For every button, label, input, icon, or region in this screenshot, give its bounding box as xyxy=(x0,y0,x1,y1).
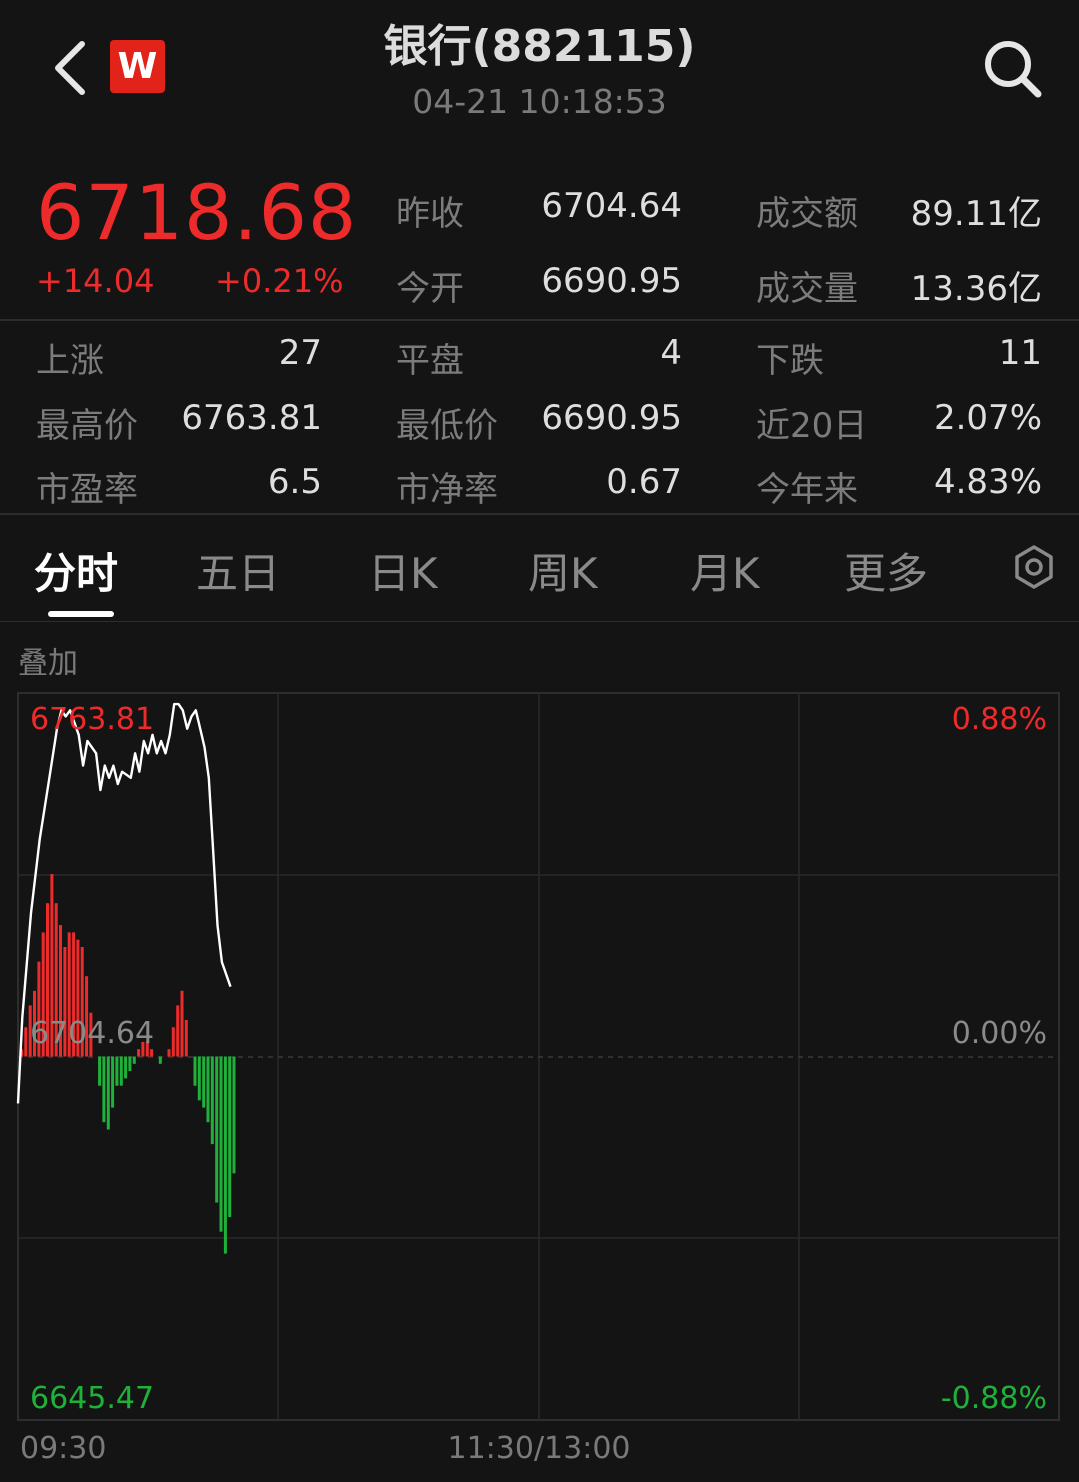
volume-bar-up xyxy=(167,1049,171,1057)
pct-axis-baseline-label: 0.00% xyxy=(952,1016,1047,1051)
detail-label: 最低价 xyxy=(396,406,498,446)
stat-label: 今开 xyxy=(396,269,464,309)
page-title: 银行(882115) xyxy=(383,21,696,72)
detail-label: 近20日 xyxy=(756,406,868,446)
pct-axis-low-label: -0.88% xyxy=(941,1381,1047,1416)
volume-bar-down xyxy=(158,1056,162,1064)
detail-label: 平盘 xyxy=(396,341,464,381)
y-axis-low-label: 6645.47 xyxy=(30,1381,154,1416)
detail-value: 4.83% xyxy=(933,462,1042,502)
volume-bar-down xyxy=(197,1056,201,1101)
volume-bar-up xyxy=(176,1005,180,1057)
detail-value: 6763.81 xyxy=(181,398,322,438)
tab-daily-k[interactable]: 日K xyxy=(368,540,438,601)
volume-bar-down xyxy=(215,1056,219,1203)
volume-bar-down xyxy=(106,1056,110,1130)
pct-axis-high-label: 0.88% xyxy=(952,702,1047,737)
volume-bar-down xyxy=(111,1056,115,1108)
detail-value: 11 xyxy=(998,333,1042,373)
x-axis-start-label: 09:30 xyxy=(20,1431,106,1466)
overlay-button[interactable]: 叠加 xyxy=(18,638,78,682)
stat-label: 成交量 xyxy=(756,269,858,309)
volume-bar-down xyxy=(210,1056,214,1145)
divider xyxy=(0,319,1079,321)
stat-label: 成交额 xyxy=(756,194,858,234)
volume-bar-up xyxy=(184,1020,188,1057)
detail-value: 6690.95 xyxy=(541,398,682,438)
timestamp: 04-21 10:18:53 xyxy=(412,82,667,121)
volume-bar-down xyxy=(193,1056,197,1086)
y-axis-high-label: 6763.81 xyxy=(30,702,154,737)
x-axis-mid-label: 11:30/13:00 xyxy=(447,1431,630,1466)
price-change: +14.04 xyxy=(36,262,155,300)
detail-label: 最高价 xyxy=(36,406,138,446)
stat-value: 13.36亿 xyxy=(910,269,1042,309)
tab-monthly-k[interactable]: 月K xyxy=(690,540,760,601)
intraday-chart[interactable]: 6763.81 6704.64 6645.47 0.88% 0.00% -0.8… xyxy=(0,690,1079,1482)
volume-bar-down xyxy=(223,1056,227,1254)
detail-label: 上涨 xyxy=(36,341,104,381)
tab-more[interactable]: 更多 xyxy=(844,540,928,601)
gear-icon[interactable] xyxy=(1012,544,1056,590)
detail-label: 今年来 xyxy=(756,470,858,510)
volume-bar-down xyxy=(202,1056,206,1108)
volume-bar-down xyxy=(228,1056,232,1218)
detail-value: 2.07% xyxy=(933,398,1042,438)
volume-bar-down xyxy=(102,1056,106,1123)
detail-label: 下跌 xyxy=(756,341,824,381)
volume-bar-down xyxy=(128,1056,132,1072)
detail-value: 4 xyxy=(660,333,682,373)
tab-intraday[interactable]: 分时 xyxy=(34,540,118,601)
volume-bar-down xyxy=(132,1056,136,1064)
detail-label: 市盈率 xyxy=(36,470,138,510)
search-icon[interactable] xyxy=(980,36,1044,100)
divider xyxy=(0,513,1079,515)
tab-weekly-k[interactable]: 周K xyxy=(528,540,598,601)
detail-value: 6.5 xyxy=(267,462,322,502)
stat-label: 昨收 xyxy=(396,194,464,234)
volume-bar-up xyxy=(24,1027,28,1057)
stat-value: 6704.64 xyxy=(541,186,682,226)
volume-bar-down xyxy=(219,1056,223,1232)
detail-value: 27 xyxy=(278,333,322,373)
current-price: 6718.68 xyxy=(36,168,358,257)
stat-value: 6690.95 xyxy=(541,261,682,301)
divider xyxy=(0,621,1079,622)
volume-bar-down xyxy=(124,1056,128,1079)
volume-bar-up xyxy=(171,1027,175,1057)
tab-five-day[interactable]: 五日 xyxy=(196,540,280,601)
volume-bar-down xyxy=(115,1056,119,1086)
detail-label: 市净率 xyxy=(396,470,498,510)
volume-bars xyxy=(20,874,236,1254)
detail-value: 0.67 xyxy=(606,462,682,502)
volume-bar-down xyxy=(98,1056,102,1086)
volume-bar-down xyxy=(119,1056,123,1086)
price-change-percent: +0.21% xyxy=(215,262,344,300)
active-tab-indicator xyxy=(48,611,114,617)
stat-value: 89.11亿 xyxy=(910,194,1042,234)
volume-bar-down xyxy=(232,1056,236,1174)
volume-bar-down xyxy=(206,1056,210,1123)
y-axis-baseline-label: 6704.64 xyxy=(30,1016,154,1051)
volume-bar-up xyxy=(180,990,184,1057)
